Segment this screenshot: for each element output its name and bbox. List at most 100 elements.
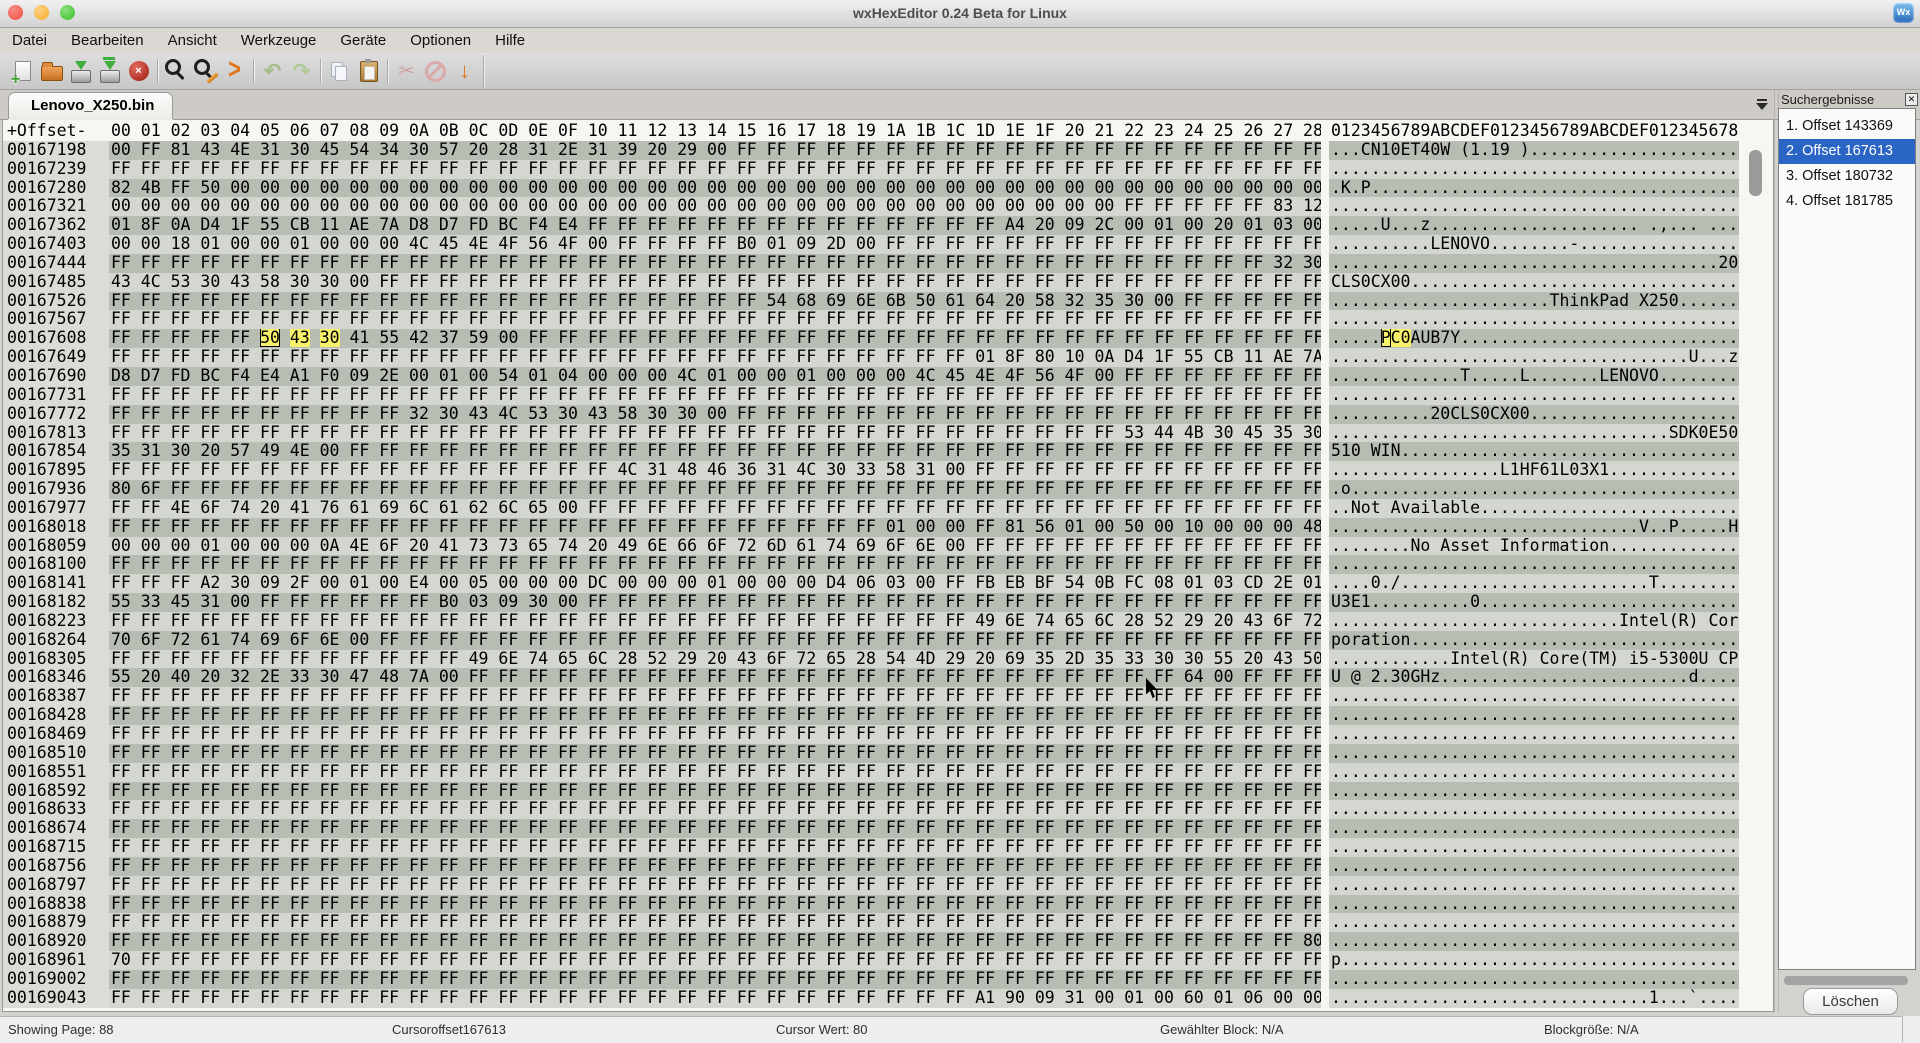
ascii-text[interactable]: ..........20CLS0CX00....................…	[1329, 404, 1739, 424]
hex-bytes[interactable]: FF FF FF FF FF FF FF FF FF FF FF FF FF F…	[109, 706, 1321, 725]
abort-button[interactable]	[421, 56, 450, 86]
ascii-text[interactable]: ........................................…	[1329, 555, 1739, 575]
ascii-text[interactable]: ............Intel(R) Core(TM) i5-5300U C…	[1329, 649, 1739, 669]
hex-bytes[interactable]: FF FF FF FF FF 50 43 30 41 55 42 37 59 0…	[109, 329, 1321, 349]
hex-bytes[interactable]: FF FF FF FF FF FF FF FF FF FF 32 30 43 4…	[109, 404, 1321, 424]
hex-bytes[interactable]: 00 00 00 01 00 00 00 0A 4E 6F 20 41 73 7…	[109, 536, 1321, 556]
ascii-text[interactable]: ................................1...`...…	[1329, 988, 1739, 1008]
undo-button[interactable]: ↶	[258, 56, 287, 86]
hex-bytes[interactable]: FF FF FF FF FF FF FF FF FF FF FF FF FF F…	[109, 159, 1321, 179]
hex-bytes[interactable]: FF FF FF FF FF FF FF FF FF FF FF FF FF F…	[109, 310, 1321, 330]
ascii-text[interactable]: p.......................................…	[1329, 951, 1739, 970]
hex-bytes[interactable]: 43 4C 53 30 43 58 30 30 00 FF FF FF FF F…	[109, 272, 1321, 292]
ascii-text[interactable]: ........................................…	[1329, 819, 1739, 839]
hex-bytes[interactable]: FF FF FF FF FF FF FF FF FF FF FF FF FF F…	[109, 253, 1321, 273]
ascii-text[interactable]: ..................................SDK0E5…	[1329, 423, 1739, 443]
close-file-button[interactable]: ×	[124, 56, 153, 86]
hex-bytes[interactable]: FF FF FF FF FF FF FF FF FF FF FF FF FF F…	[109, 687, 1321, 707]
hex-bytes[interactable]: FF FF FF FF FF FF FF FF FF FF FF FF 49 6…	[109, 649, 1321, 669]
close-panel-icon[interactable]: ✕	[1905, 93, 1918, 106]
search-result-item[interactable]: 3. Offset 180732	[1779, 164, 1915, 189]
tab-list-dropdown-icon[interactable]	[1756, 99, 1768, 110]
hex-bytes[interactable]: 00 FF 81 43 4E 31 30 45 54 34 30 57 20 2…	[109, 140, 1321, 160]
ascii-text[interactable]: ........................................…	[1329, 875, 1739, 895]
ascii-text[interactable]: .....U...z..................... .,... ..…	[1329, 216, 1739, 236]
hex-bytes[interactable]: FF FF FF FF FF FF FF FF FF FF FF FF FF F…	[109, 348, 1321, 367]
vertical-scrollbar-thumb[interactable]	[1749, 150, 1762, 196]
ascii-text[interactable]: ........................................…	[1329, 838, 1739, 857]
hex-bytes[interactable]: 55 20 40 20 32 2E 33 30 47 48 7A 00 FF F…	[109, 668, 1321, 688]
hex-bytes[interactable]: FF FF FF FF FF FF FF FF FF FF FF FF FF F…	[109, 894, 1321, 914]
menu-optionen[interactable]: Optionen	[398, 28, 483, 53]
hex-bytes[interactable]: FF FF FF FF FF FF FF FF FF FF FF FF FF F…	[109, 913, 1321, 933]
ascii-text[interactable]: .....PC0AUB7Y...........................…	[1329, 329, 1739, 349]
ascii-text[interactable]: ........................................…	[1329, 725, 1739, 744]
jump-down-button[interactable]: ↓	[450, 56, 479, 86]
ascii-text[interactable]: U3E1..........0.........................…	[1329, 593, 1739, 612]
ascii-text[interactable]: ..........LENOVO........-...............…	[1329, 235, 1739, 254]
hex-bytes[interactable]: FF FF FF FF FF FF FF FF FF FF FF FF FF F…	[109, 856, 1321, 876]
hex-bytes[interactable]: 00 00 18 01 00 00 01 00 00 00 4C 45 4E 4…	[109, 235, 1321, 254]
ascii-text[interactable]: .............T.....L.......LENOVO.......…	[1329, 366, 1739, 386]
save-button[interactable]	[66, 56, 95, 86]
hex-bytes[interactable]: FF FF FF FF FF FF FF FF FF FF FF FF FF F…	[109, 423, 1321, 443]
goto-offset-button[interactable]: >	[220, 55, 249, 87]
ascii-text[interactable]: .......................................2…	[1329, 253, 1739, 273]
hex-bytes[interactable]: FF FF FF FF FF FF FF FF FF FF FF FF FF F…	[109, 969, 1321, 989]
ascii-text[interactable]: ...............................V..P.....…	[1329, 517, 1739, 537]
hex-bytes[interactable]: FF FF FF FF FF FF FF FF FF FF FF FF FF F…	[109, 291, 1321, 311]
hex-bytes[interactable]: 80 6F FF FF FF FF FF FF FF FF FF FF FF F…	[109, 480, 1321, 499]
menu-geraete[interactable]: Geräte	[328, 28, 398, 53]
copy-button[interactable]	[325, 56, 354, 86]
hex-bytes[interactable]: FF FF FF FF FF FF FF FF FF FF FF FF FF F…	[109, 932, 1321, 952]
ascii-text[interactable]: ........................................…	[1329, 310, 1739, 330]
clear-results-button[interactable]: Löschen	[1803, 988, 1898, 1015]
hex-bytes[interactable]: FF FF FF FF FF FF FF FF FF FF FF FF FF F…	[109, 385, 1321, 405]
search-result-item[interactable]: 4. Offset 181785	[1779, 189, 1915, 214]
ascii-text[interactable]: ........................................…	[1329, 913, 1739, 933]
hex-bytes[interactable]: 70 6F 72 61 74 69 6F 6E 00 FF FF FF FF F…	[109, 630, 1321, 650]
ascii-text[interactable]: .................L1HF61L03X1............…	[1329, 461, 1739, 481]
hex-bytes[interactable]: 55 33 45 31 00 FF FF FF FF FF FF B0 03 0…	[109, 593, 1321, 612]
hex-bytes[interactable]: FF FF FF FF FF FF FF FF FF FF FF FF FF F…	[109, 819, 1321, 839]
ascii-text[interactable]: ........................................…	[1329, 197, 1739, 217]
hex-bytes[interactable]: FF FF FF FF FF FF FF FF FF FF FF FF FF F…	[109, 875, 1321, 895]
hex-bytes[interactable]: D8 D7 FD BC F4 E4 A1 F0 09 2E 00 01 00 5…	[109, 366, 1321, 386]
ascii-text[interactable]: 510 WIN.................................…	[1329, 442, 1739, 462]
open-file-button[interactable]	[37, 56, 66, 86]
hex-bytes[interactable]: FF FF FF FF FF FF FF FF FF FF FF FF FF F…	[109, 461, 1321, 481]
ascii-text[interactable]: ........................................…	[1329, 969, 1739, 989]
ascii-text[interactable]: ........................................…	[1329, 781, 1739, 801]
hex-bytes[interactable]: FF FF FF FF FF FF FF FF FF FF FF FF FF F…	[109, 611, 1321, 631]
ascii-text[interactable]: ........................................…	[1329, 706, 1739, 725]
ascii-text[interactable]: U @ 2.30GHz.........................d...…	[1329, 668, 1739, 688]
menu-werkzeuge[interactable]: Werkzeuge	[229, 28, 329, 53]
ascii-text[interactable]: ........................................…	[1329, 800, 1739, 820]
find-replace-button[interactable]	[191, 56, 220, 86]
hex-bytes[interactable]: FF FF 4E 6F 74 20 41 76 61 69 6C 61 62 6…	[109, 498, 1321, 518]
ascii-text[interactable]: ........................................…	[1329, 743, 1739, 763]
hex-bytes[interactable]: FF FF FF FF FF FF FF FF FF FF FF FF FF F…	[109, 743, 1321, 763]
cut-button[interactable]: ✂	[392, 56, 421, 86]
hex-bytes[interactable]: FF FF FF FF FF FF FF FF FF FF FF FF FF F…	[109, 517, 1321, 537]
menu-bearbeiten[interactable]: Bearbeiten	[59, 28, 156, 53]
ascii-text[interactable]: ...CN10ET40W (1.19 )....................…	[1329, 140, 1739, 160]
ascii-text[interactable]: ........................................…	[1329, 856, 1739, 876]
menu-datei[interactable]: Datei	[0, 28, 59, 53]
ascii-text[interactable]: ........No Asset Information............…	[1329, 536, 1739, 556]
save-as-button[interactable]	[95, 56, 124, 86]
ascii-text[interactable]: poration................................…	[1329, 630, 1739, 650]
ascii-text[interactable]: ........................................…	[1329, 385, 1739, 405]
ascii-text[interactable]: CLS0CX00................................…	[1329, 272, 1739, 292]
search-result-item[interactable]: 2. Offset 167613	[1779, 139, 1915, 164]
hex-bytes[interactable]: 35 31 30 20 57 49 4E 00 FF FF FF FF FF F…	[109, 442, 1321, 462]
hex-bytes[interactable]: 00 00 00 00 00 00 00 00 00 00 00 00 00 0…	[109, 197, 1321, 217]
hex-bytes[interactable]: 01 8F 0A D4 1F 55 CB 11 AE 7A D8 D7 FD B…	[109, 216, 1321, 236]
paste-button[interactable]	[354, 56, 383, 86]
hex-bytes[interactable]: FF FF FF FF FF FF FF FF FF FF FF FF FF F…	[109, 838, 1321, 857]
ascii-text[interactable]: ........................................…	[1329, 762, 1739, 782]
ascii-text[interactable]: .............................Intel(R) Co…	[1329, 611, 1739, 631]
new-file-button[interactable]: +	[8, 56, 37, 88]
hex-bytes[interactable]: FF FF FF FF FF FF FF FF FF FF FF FF FF F…	[109, 800, 1321, 820]
ascii-text[interactable]: ..Not Available.........................…	[1329, 498, 1739, 518]
